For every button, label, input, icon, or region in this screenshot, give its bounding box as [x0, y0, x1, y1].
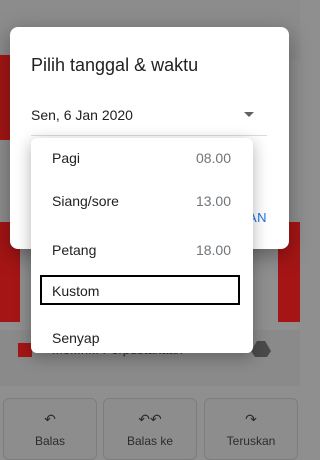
menu-item-label: Pagi — [52, 150, 81, 166]
reply-all-label: Balas ke — [126, 433, 174, 448]
menu-item-senyap[interactable]: Senyap — [31, 318, 253, 358]
menu-item-pagi[interactable]: Pagi 08.00 — [31, 138, 253, 178]
date-value: Sen, 6 Jan 2020 — [31, 107, 133, 123]
menu-item-kustom[interactable]: Kustom — [40, 275, 240, 305]
reply-all-icon: ↶↶ — [138, 410, 162, 427]
menu-item-label: Kustom — [52, 283, 100, 299]
forward-icon: ↷ — [245, 410, 257, 427]
date-dropdown[interactable]: Sen, 6 Jan 2020 — [31, 107, 267, 136]
menu-item-label: Senyap — [52, 330, 100, 346]
menu-item-time: 13.00 — [195, 193, 231, 209]
menu-item-label: Siang/sore — [52, 193, 119, 209]
menu-item-label: Petang — [52, 242, 97, 258]
menu-item-time: 08.00 — [195, 150, 231, 166]
drive-icon — [251, 341, 271, 357]
reply-label: Balas — [34, 433, 66, 448]
menu-item-petang[interactable]: Petang 18.00 — [31, 230, 253, 270]
dialog-title: Pilih tanggal & waktu — [31, 55, 199, 75]
time-options-menu: Pagi 08.00 Siang/sore 13.00 Petang 18.00… — [31, 138, 253, 353]
pdf-icon — [18, 343, 32, 357]
background-red-strip — [0, 55, 10, 140]
reply-icon: ↶ — [44, 410, 56, 427]
forward-label: Teruskan — [226, 433, 276, 448]
menu-item-siang-sore[interactable]: Siang/sore 13.00 — [31, 181, 253, 221]
dropdown-arrow-icon — [244, 112, 254, 117]
menu-item-time: 18.00 — [195, 242, 231, 258]
